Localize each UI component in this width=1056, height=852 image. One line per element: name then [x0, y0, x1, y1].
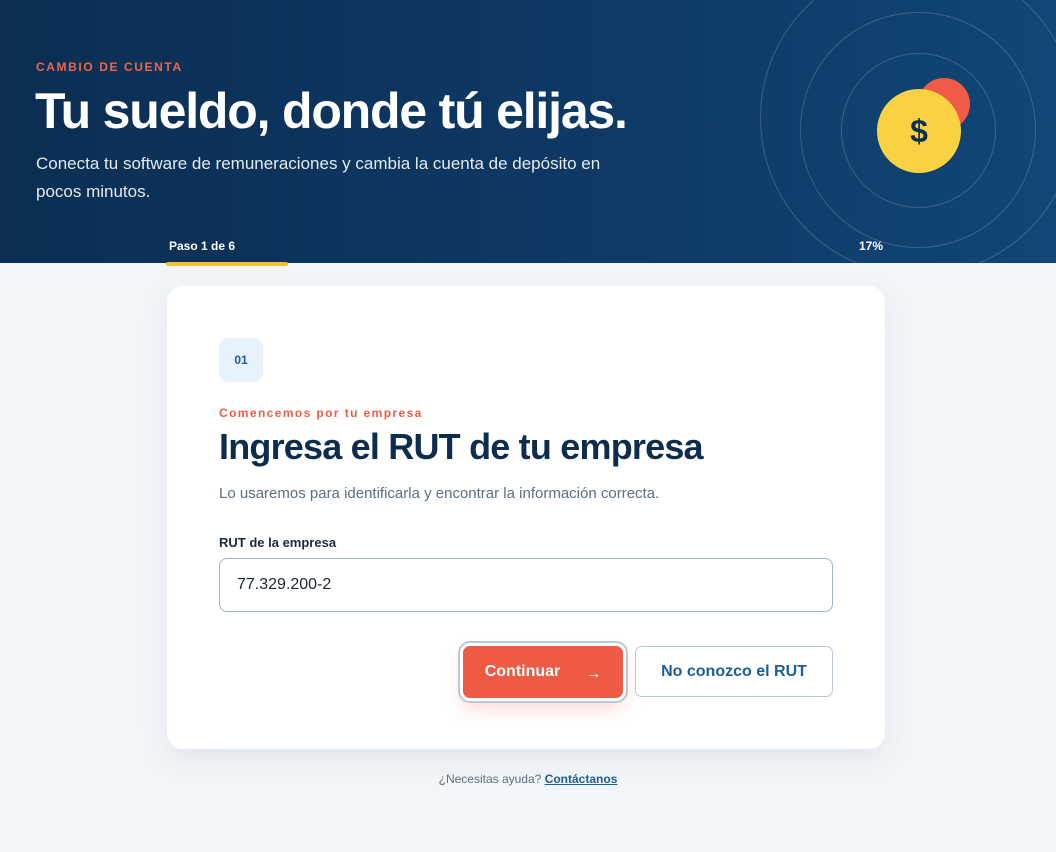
step-card: 01 Comencemos por tu empresa Ingresa el … — [167, 286, 885, 749]
card-description: Lo usaremos para identificarla y encontr… — [219, 485, 660, 502]
dollar-coin-icon: $ — [877, 89, 961, 173]
contact-link[interactable]: Contáctanos — [545, 772, 618, 786]
hero-eyebrow: CAMBIO DE CUENTA — [36, 60, 183, 74]
card-eyebrow: Comencemos por tu empresa — [219, 406, 423, 420]
progress-bar-fill — [166, 262, 288, 266]
rut-field-label: RUT de la empresa — [219, 535, 337, 550]
hero-banner: $ CAMBIO DE CUENTA Tu sueldo, donde tú e… — [0, 0, 1056, 263]
rut-input[interactable] — [219, 558, 833, 612]
arrow-right-icon: → — [586, 664, 602, 682]
hero-title: Tu sueldo, donde tú elijas. — [35, 83, 628, 139]
hero-subtitle: Conecta tu software de remuneraciones y … — [36, 154, 601, 201]
step-number-badge: 01 — [219, 338, 263, 382]
progress-percent: 17% — [859, 239, 884, 253]
continue-button[interactable]: Continuar → — [463, 646, 623, 698]
progress-step-label: Paso 1 de 6 — [169, 239, 236, 253]
progress-bar — [166, 262, 886, 267]
help-text: ¿Necesitas ayuda? — [438, 772, 542, 786]
help-footer: ¿Necesitas ayuda? Contáctanos — [0, 772, 1056, 786]
card-title: Ingresa el RUT de tu empresa — [219, 426, 704, 467]
continue-button-label: Continuar — [484, 663, 561, 680]
unknown-rut-button[interactable]: No conozco el RUT — [635, 646, 833, 697]
